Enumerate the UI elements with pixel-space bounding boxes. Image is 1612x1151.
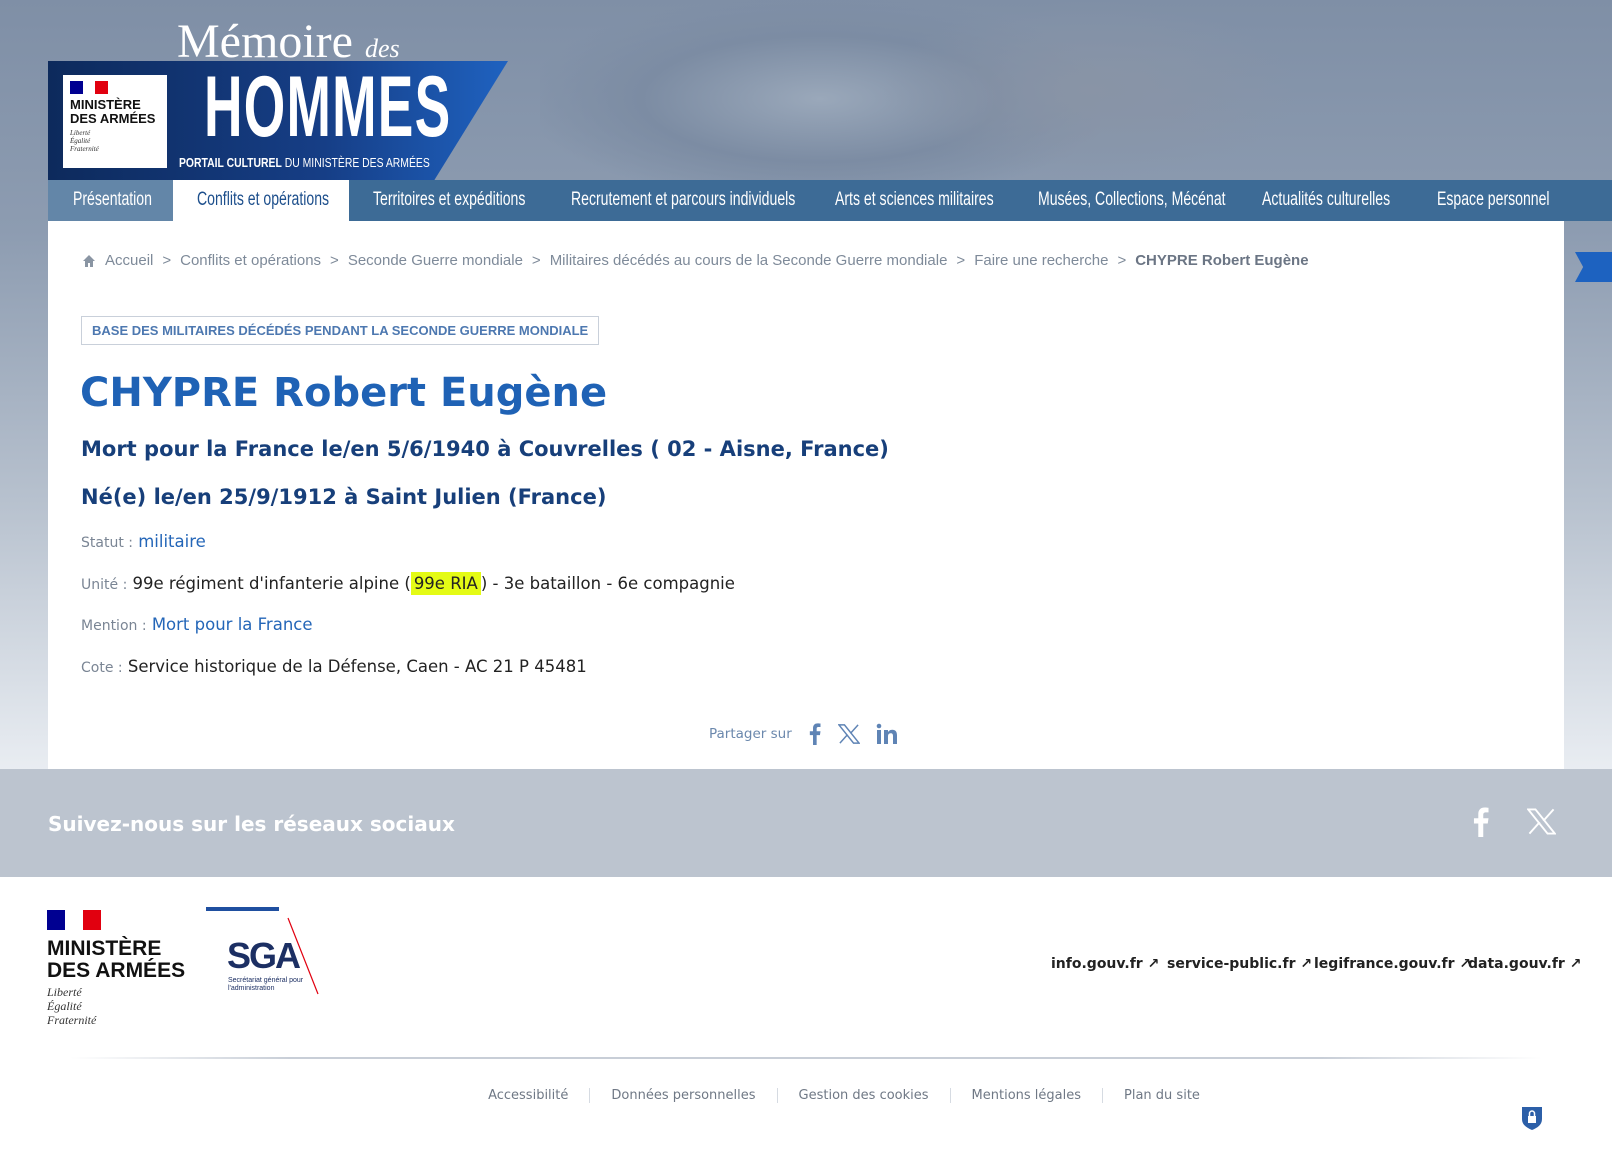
home-icon[interactable]: [82, 254, 96, 268]
link-service-public[interactable]: service-public.fr ↗: [1167, 956, 1312, 972]
footer-divider: [70, 1057, 1542, 1059]
nav-presentation[interactable]: Présentation: [73, 189, 152, 211]
footer-bottom-links: Accessibilité Données personnelles Gesti…: [0, 1088, 1612, 1103]
social-title: Suivez-nous sur les réseaux sociaux: [48, 812, 455, 836]
link-mentions-legales[interactable]: Mentions légales: [949, 1088, 1102, 1103]
linkedin-icon[interactable]: [876, 723, 898, 745]
breadcrumb-conflits[interactable]: Conflits et opérations: [180, 252, 321, 269]
birth-info: Né(e) le/en 25/9/1912 à Saint Julien (Fr…: [81, 485, 607, 509]
sga-logo[interactable]: SGA Secrétariat général pour l'administr…: [206, 907, 321, 997]
highlighted-text: 99e RIA: [410, 572, 481, 595]
ministry-logo[interactable]: MINISTÈRE DES ARMÉES Liberté Égalité Frater…: [63, 75, 167, 168]
x-icon[interactable]: [837, 724, 860, 744]
page-title: CHYPRE Robert Eugène: [80, 370, 608, 416]
nav-territoires[interactable]: Territoires et expéditions: [373, 189, 525, 211]
breadcrumb: Accueil > Conflits et opérations > Seconde…: [82, 252, 1309, 269]
x-icon[interactable]: [1527, 808, 1556, 835]
smoke-image: [880, 0, 1300, 180]
cookie-shield-icon[interactable]: [1521, 1105, 1543, 1131]
breadcrumb-sgm[interactable]: Seconde Guerre mondiale: [348, 252, 523, 269]
site-title-hommes[interactable]: HOMMES: [204, 62, 451, 152]
breadcrumb-recherche[interactable]: Faire une recherche: [974, 252, 1108, 269]
statut-field: Statut : militaire: [81, 532, 206, 551]
facebook-icon[interactable]: [808, 723, 822, 745]
ministry-name: MINISTÈRE DES ARMÉES: [70, 97, 156, 126]
nav-arts[interactable]: Arts et sciences militaires: [835, 189, 994, 211]
marianne-flag-icon: [70, 81, 109, 94]
devise: Liberté Égalité Fraternité: [70, 129, 99, 153]
marianne-flag-icon: [47, 910, 101, 930]
nav-musees[interactable]: Musées, Collections, Mécénat: [1038, 189, 1226, 211]
mention-field: Mention : Mort pour la France: [81, 615, 313, 634]
mention-link[interactable]: Mort pour la France: [152, 615, 313, 634]
share-label: Partager sur: [709, 726, 792, 742]
link-accessibilite[interactable]: Accessibilité: [467, 1088, 589, 1103]
death-info: Mort pour la France le/en 5/6/1940 à Cou…: [81, 437, 889, 461]
link-info-gouv[interactable]: info.gouv.fr ↗: [1051, 956, 1159, 972]
tagline: PORTAIL CULTUREL DU MINISTÈRE DES ARMÉES: [179, 155, 430, 170]
breadcrumb-accueil[interactable]: Accueil: [105, 252, 153, 269]
main-nav: Présentation Conflits et opérations Terr…: [48, 180, 1612, 221]
footer-ministry-logo[interactable]: MINISTÈRE DES ARMÉES Liberté Égalité Frater…: [47, 910, 185, 1027]
nav-recrutement[interactable]: Recrutement et parcours individuels: [571, 189, 795, 211]
breadcrumb-militaires[interactable]: Militaires décédés au cours de la Second…: [550, 252, 948, 269]
unite-field: Unité : 99e régiment d'infanterie alpine…: [81, 572, 735, 595]
breadcrumb-current: CHYPRE Robert Eugène: [1135, 252, 1309, 269]
nav-espace-personnel[interactable]: Espace personnel: [1437, 189, 1550, 211]
link-data-gouv[interactable]: data.gouv.fr ↗: [1468, 956, 1581, 972]
link-plan-du-site[interactable]: Plan du site: [1102, 1088, 1221, 1103]
link-cookies[interactable]: Gestion des cookies: [776, 1088, 950, 1103]
statut-link[interactable]: militaire: [138, 532, 206, 551]
share-bar: Partager sur: [709, 723, 898, 745]
link-donnees-personnelles[interactable]: Données personnelles: [589, 1088, 776, 1103]
nav-conflits[interactable]: Conflits et opérations: [197, 189, 329, 211]
database-badge: BASE DES MILITAIRES DÉCÉDÉS PENDANT LA S…: [81, 316, 600, 345]
link-legifrance[interactable]: legifrance.gouv.fr ↗: [1314, 956, 1471, 972]
nav-actualites[interactable]: Actualités culturelles: [1262, 189, 1390, 211]
cote-field: Cote : Service historique de la Défense,…: [81, 657, 587, 676]
facebook-icon[interactable]: [1473, 807, 1489, 837]
